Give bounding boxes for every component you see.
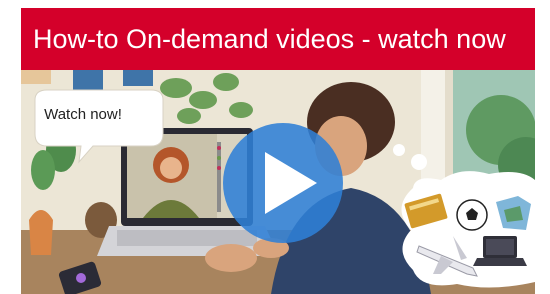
video-thumbnail-card[interactable]: How-to On-demand videos - watch now Watc…: [21, 8, 535, 294]
speech-bubble-text: Watch now!: [44, 106, 122, 123]
banner-title: How-to On-demand videos - watch now: [21, 8, 535, 70]
play-button[interactable]: [223, 123, 343, 243]
video-illustration: [21, 70, 535, 294]
soccer-ball-icon: [456, 199, 488, 231]
